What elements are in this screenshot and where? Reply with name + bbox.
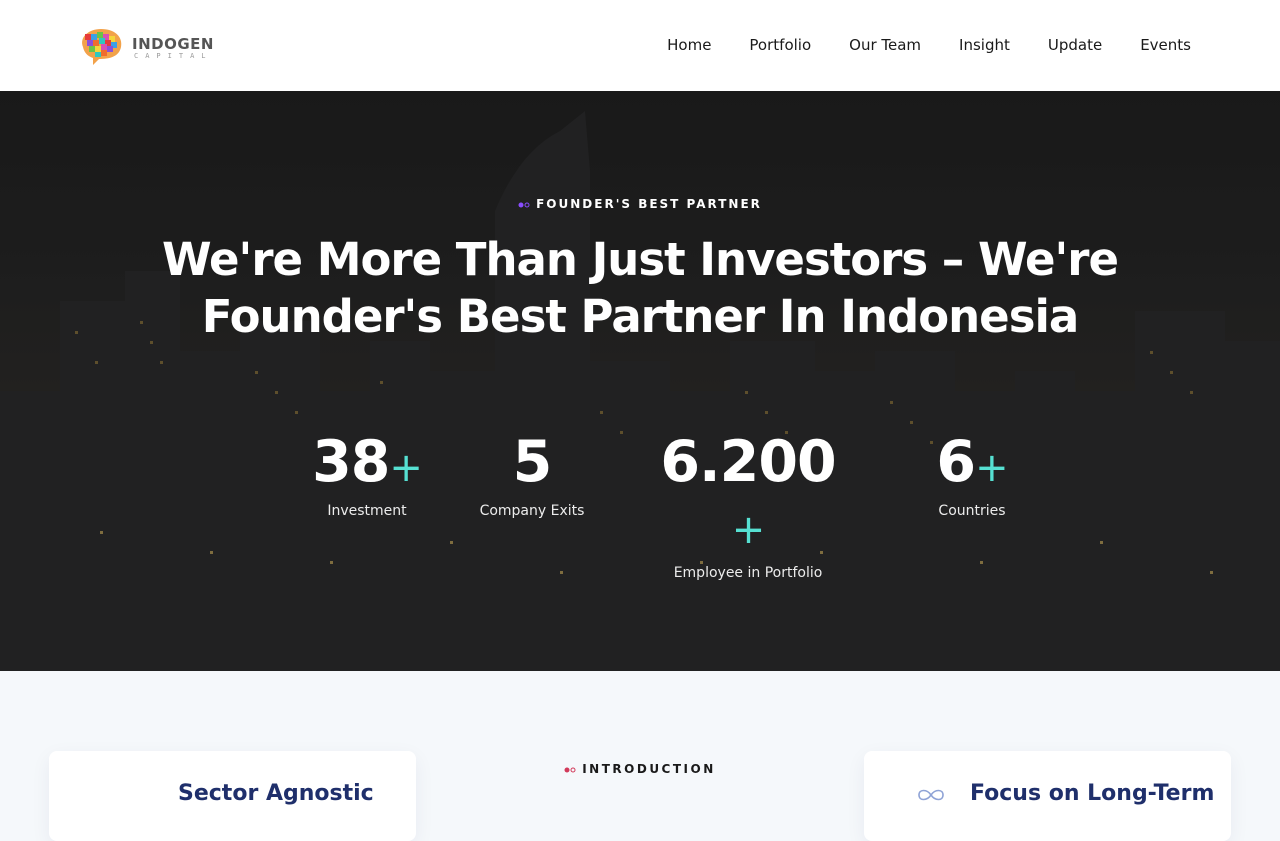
introduction-label-text: INTRODUCTION — [582, 762, 716, 776]
hero-title-line1: We're More Than Just Investors – We're — [161, 233, 1119, 286]
hero-title: We're More Than Just Investors – We're F… — [140, 231, 1140, 345]
nav-events[interactable]: Events — [1140, 36, 1191, 54]
stat-employees: 6.200 + Employee in Portfolio — [648, 431, 848, 581]
hero-eyebrow: FOUNDER'S BEST PARTNER — [0, 197, 1280, 211]
stat-value: 38+ — [312, 429, 423, 495]
site-header: INDOGEN CAPITAL Home Portfolio Our Team … — [0, 0, 1280, 91]
hero-eyebrow-text: FOUNDER'S BEST PARTNER — [536, 197, 762, 211]
plus-icon: + — [975, 445, 1009, 491]
introduction-section: Sector Agnostic INTRODUCTION Focus on Lo… — [0, 671, 1280, 841]
brand-logo[interactable]: INDOGEN CAPITAL — [77, 27, 227, 69]
stat-countries: 6+ Countries — [902, 431, 1042, 519]
hero-section: FOUNDER'S BEST PARTNER We're More Than J… — [0, 91, 1280, 671]
logo-title: INDOGEN — [132, 35, 214, 53]
nav-our-team[interactable]: Our Team — [849, 36, 921, 54]
stat-investment: 38+ Investment — [292, 431, 442, 519]
nav-update[interactable]: Update — [1048, 36, 1102, 54]
stat-label: Investment — [327, 503, 407, 519]
logo-subtitle: CAPITAL — [134, 52, 213, 60]
card-title: Focus on Long-Term — [970, 781, 1215, 806]
stat-company-exits: 5 Company Exits — [462, 431, 602, 519]
main-nav: Home Portfolio Our Team Insight Update E… — [667, 36, 1191, 54]
stat-value: 6+ — [936, 429, 1009, 495]
dots-icon — [518, 202, 530, 207]
hero-overlay — [0, 91, 1280, 671]
card-title: Sector Agnostic — [178, 781, 374, 806]
card-long-term[interactable]: Focus on Long-Term — [864, 751, 1231, 841]
plus-icon: + — [731, 507, 766, 553]
plus-icon: + — [389, 445, 423, 491]
nav-insight[interactable]: Insight — [959, 36, 1010, 54]
hero-title-line2: Founder's Best Partner In Indonesia — [201, 290, 1080, 343]
dots-icon — [564, 767, 576, 772]
nav-portfolio[interactable]: Portfolio — [749, 36, 811, 54]
stat-label: Countries — [938, 503, 1006, 519]
stat-label: Employee in Portfolio — [673, 565, 823, 581]
stat-value: 6.200 + — [660, 429, 836, 553]
logo-mark-icon — [82, 29, 122, 65]
stat-value: 5 — [512, 429, 553, 495]
nav-home[interactable]: Home — [667, 36, 711, 54]
stat-label: Company Exits — [479, 503, 585, 519]
